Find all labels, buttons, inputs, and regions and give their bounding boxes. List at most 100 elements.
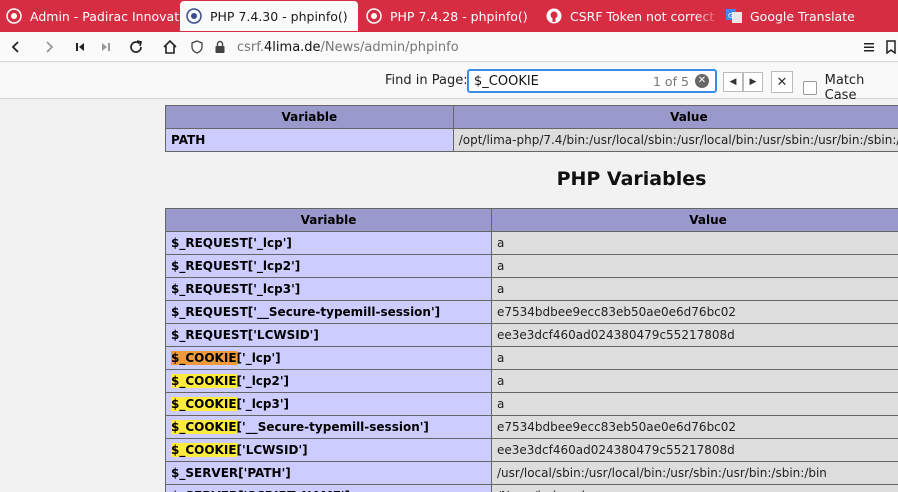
variable-name: $_REQUEST['__Secure-typemill-session'] (171, 305, 441, 319)
value-cell: a (491, 277, 898, 301)
clear-icon[interactable]: ✕ (695, 74, 709, 88)
github-icon (546, 8, 562, 24)
triangle-left-icon: ◀ (729, 77, 737, 87)
variable-name: ['LCWSID'] (236, 443, 308, 457)
skip-forward-icon (102, 43, 110, 51)
variable-name: $_REQUEST['_lcp'] (171, 236, 292, 250)
table-row: $_COOKIE['__Secure-typemill-session'] e75… (165, 415, 898, 439)
variable-cell: $_REQUEST['__Secure-typemill-session'] (165, 300, 492, 324)
tab-php-7-4-30[interactable]: PHP 7.4.30 - phpinfo() (180, 1, 358, 31)
tab-label: PHP 7.4.30 - phpinfo() (210, 8, 348, 24)
section-title: PHP Variables (556, 168, 707, 190)
value-cell: a (491, 346, 898, 370)
search-highlight: $_COOKIE (171, 374, 237, 388)
table-row: $_SERVER['SCRIPT_NAME']/News/index.php (165, 484, 898, 492)
table-row: $_REQUEST['_lcp2'] a (165, 254, 898, 278)
php-variables-table: Variable Value $_REQUEST['_lcp'] a $_REQUE… (165, 208, 898, 492)
find-previous-button[interactable]: ◀ (723, 72, 743, 92)
table-row: $_REQUEST['__Secure-typemill-session'] e7… (165, 300, 898, 324)
variable-cell: $_COOKIE['__Secure-typemill-session'] (165, 415, 492, 439)
value-cell: ee3e3dcf460ad024380479c55217808d (491, 438, 898, 462)
variable-cell: $_REQUEST['_lcp2'] (165, 254, 492, 278)
search-highlight: $_COOKIE (171, 443, 237, 457)
variable-cell: PATH (165, 128, 454, 152)
match-case-checkbox[interactable] (803, 81, 817, 95)
value-cell: a (491, 231, 898, 255)
variable-cell: $_REQUEST['LCWSID'] (165, 323, 492, 347)
url-bar[interactable]: csrf.4lima.de/News/admin/phpinfo (190, 35, 850, 59)
variable-name: ['_lcp3'] (236, 397, 290, 411)
reload-icon (130, 40, 143, 53)
tab-google-translate[interactable]: G Google Translate (720, 0, 898, 32)
value-cell: /opt/lima-php/7.4/bin:/usr/local/sbin:/u… (452, 128, 898, 152)
variable-name: ['_lcp2'] (236, 374, 290, 388)
tab-admin-padirac[interactable]: Admin - Padirac Innovation (0, 0, 180, 32)
shield-icon (191, 40, 203, 54)
table-row: $_COOKIE['_lcp3'] a (165, 392, 898, 416)
page-content: Variable Value PATH /opt/lima-php/7.4/bi… (0, 100, 898, 492)
padirac-favicon-icon (366, 8, 382, 24)
home-icon (163, 39, 177, 54)
forward-button[interactable] (37, 35, 61, 59)
tab-php-7-4-28[interactable]: PHP 7.4.28 - phpinfo() (360, 0, 540, 32)
arrow-left-icon (11, 41, 19, 53)
lock-icon (215, 40, 225, 53)
find-match-count: 1 of 5 (653, 74, 689, 89)
variable-cell: $_COOKIE['LCWSID'] (165, 438, 492, 462)
tab-label: Google Translate (750, 8, 855, 24)
first-page-button[interactable] (68, 35, 92, 59)
close-find-button[interactable]: ✕ (771, 71, 793, 93)
library-button[interactable] (857, 35, 881, 59)
find-next-button[interactable]: ▶ (743, 72, 763, 92)
value-cell: e7534bdbee9ecc83eb50ae0e6d76bc02 (491, 415, 898, 439)
table-row: $_COOKIE['_lcp'] a (165, 346, 898, 370)
variable-name: $_REQUEST['_lcp3'] (171, 282, 301, 296)
variable-cell: $_REQUEST['_lcp'] (165, 231, 492, 255)
navigation-toolbar: csrf.4lima.de/News/admin/phpinfo (0, 32, 898, 62)
last-page-button[interactable] (94, 35, 118, 59)
variable-name: ['__Secure-typemill-session'] (236, 420, 429, 434)
padirac-favicon-icon (186, 8, 202, 24)
home-button[interactable] (158, 35, 182, 59)
table-row: $_REQUEST['_lcp3'] a (165, 277, 898, 301)
triangle-right-icon: ▶ (749, 77, 757, 87)
current-search-highlight: $_COOKIE (171, 351, 237, 365)
variable-cell: $_SERVER['PATH'] (165, 461, 492, 485)
variable-cell: $_COOKIE['_lcp'] (165, 346, 492, 370)
variable-name: ['_lcp'] (236, 351, 281, 365)
value-cell: ee3e3dcf460ad024380479c55217808d (491, 323, 898, 347)
match-case-toggle[interactable]: Match Case (803, 73, 898, 103)
column-header-variable: Variable (165, 208, 492, 232)
arrow-right-icon (46, 41, 54, 53)
table-row: PATH /opt/lima-php/7.4/bin:/usr/local/sb… (165, 128, 898, 152)
column-header-value: Value (491, 208, 898, 232)
reload-button[interactable] (124, 35, 148, 59)
variable-cell: $_COOKIE['_lcp2'] (165, 369, 492, 393)
table-row: $_REQUEST['LCWSID'] ee3e3dcf460ad02438047… (165, 323, 898, 347)
find-bar: Find in Page: $_COOKIE 1 of 5 ✕ ◀ ▶ ✕ Ma… (0, 63, 898, 103)
svg-text:G: G (728, 12, 733, 20)
find-label: Find in Page: (385, 73, 468, 88)
back-button[interactable] (4, 35, 28, 59)
find-input[interactable]: $_COOKIE 1 of 5 ✕ (467, 69, 717, 93)
variable-name: $_REQUEST['LCWSID'] (171, 328, 319, 342)
tab-csrf-token[interactable]: CSRF Token not correct - a (540, 0, 720, 32)
tab-strip: Admin - Padirac Innovation PHP 7.4.30 - … (0, 0, 898, 32)
tab-label: Admin - Padirac Innovation (30, 8, 180, 24)
bookmark-icon (886, 40, 896, 54)
table-row: $_SERVER['PATH'] /usr/local/sbin:/usr/loc… (165, 461, 898, 485)
search-highlight: $_COOKIE (171, 420, 237, 434)
environment-table: Variable Value PATH /opt/lima-php/7.4/bi… (165, 105, 898, 152)
column-header-variable: Variable (165, 105, 454, 129)
google-translate-icon: G (726, 8, 742, 24)
variable-cell: $_COOKIE['_lcp3'] (165, 392, 492, 416)
value-cell: /usr/local/sbin:/usr/local/bin:/usr/sbin… (491, 461, 898, 485)
search-highlight: $_COOKIE (171, 397, 237, 411)
tab-fade (696, 0, 720, 32)
close-icon: ✕ (776, 74, 788, 90)
match-case-label: Match Case (824, 73, 865, 103)
table-row: $_COOKIE['LCWSID'] ee3e3dcf460ad024380479… (165, 438, 898, 462)
bookmarks-button[interactable] (879, 35, 898, 59)
padirac-favicon-icon (6, 8, 22, 24)
tab-label: PHP 7.4.28 - phpinfo() (390, 8, 528, 24)
